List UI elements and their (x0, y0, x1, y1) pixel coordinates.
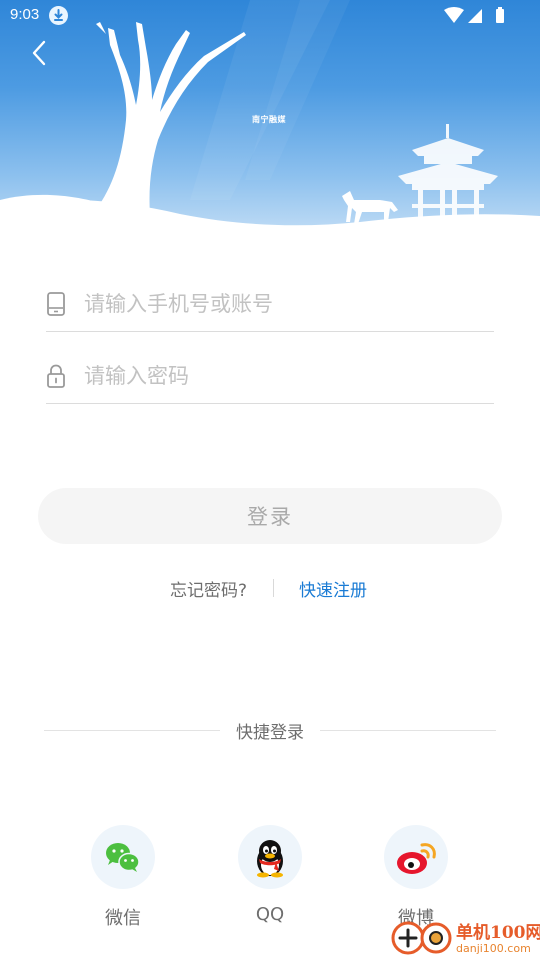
phone-icon (46, 292, 66, 316)
divider-line-right (320, 730, 496, 731)
landscape-illustration (0, 0, 540, 250)
login-button[interactable]: 登录 (38, 488, 502, 544)
watermark-logo-icon (391, 921, 452, 955)
watermark-url: danji100.com (456, 942, 531, 955)
wifi-icon (444, 7, 464, 23)
brand-logo-text: 南宁融媒 (252, 115, 286, 124)
header-banner (0, 0, 540, 250)
status-time: 9:03 (10, 6, 40, 23)
site-watermark: 单机100网 danji100.com (388, 912, 540, 960)
back-button[interactable] (22, 36, 56, 70)
signal-icon (468, 9, 482, 23)
qq-icon (238, 825, 302, 889)
password-input[interactable] (84, 356, 484, 396)
lock-icon (46, 364, 66, 388)
qq-label: QQ (255, 904, 285, 925)
account-links: 忘记密码? 快速注册 (0, 574, 540, 604)
account-field (46, 276, 494, 332)
wechat-label: 微信 (105, 908, 141, 929)
account-input[interactable] (84, 284, 484, 324)
wechat-login-button[interactable]: 微信 (90, 824, 156, 934)
qq-login-button[interactable]: QQ (237, 824, 303, 934)
links-divider (273, 579, 274, 597)
forgot-password-link[interactable]: 忘记密码? (170, 576, 247, 601)
chevron-left-icon (32, 40, 46, 66)
quick-register-link[interactable]: 快速注册 (299, 576, 367, 601)
status-bar: 9:03 (0, 0, 540, 30)
wechat-icon (91, 825, 155, 889)
download-icon (49, 6, 68, 25)
pavilion-illustration (398, 124, 498, 220)
battery-icon (496, 9, 504, 23)
weibo-icon (384, 825, 448, 889)
status-icons (444, 7, 506, 29)
quick-login-header: 快捷登录 (44, 716, 496, 744)
password-field (46, 348, 494, 404)
watermark-name: 单机100网 (456, 923, 540, 943)
